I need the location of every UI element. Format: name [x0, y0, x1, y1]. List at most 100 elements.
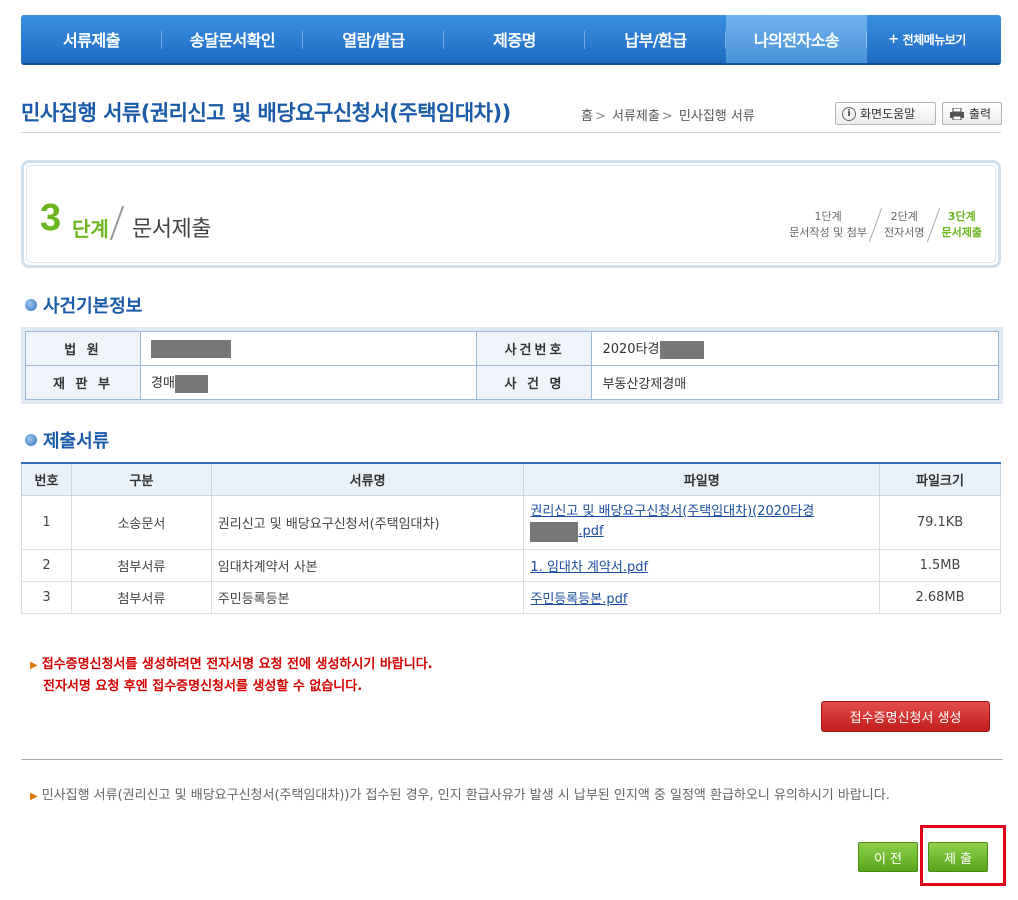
redacted-block — [151, 339, 231, 358]
mini-step-1-desc: 문서작성 및 첨부 — [789, 226, 868, 239]
case-name-label: 사 건 명 — [476, 365, 593, 400]
warning-notice: ▶ 접수증명신청서를 생성하려면 전자서명 요청 전에 생성하시기 바랍니다. 전… — [30, 654, 433, 697]
cell-type: 첨부서류 — [70, 548, 212, 582]
docs-heading: 제출서류 — [25, 427, 109, 453]
col-header-doc-name: 서류명 — [210, 462, 525, 496]
cell-file-name: 주민등록등본.pdf — [523, 580, 881, 614]
printer-icon — [950, 107, 964, 120]
mini-steps: 1단계 문서작성 및 첨부 2단계 전자서명 3단계 문서제출 — [783, 207, 988, 243]
case-info-table: 법 원 사건번호 2020타경 재 판 부 경매 사 건 명 부동산강제경매 — [25, 331, 999, 400]
docs-table: 번호 구분 서류명 파일명 파일크기 1 소송문서 권리신고 및 배당요구신청서… — [21, 462, 1001, 614]
title-row: 민사집행 서류(권리신고 및 배당요구신청서(주택임대차)) 홈 > 서류제출 > … — [21, 95, 1002, 133]
mini-step-2-label: 2단계 — [890, 210, 918, 223]
all-menu-label: 전체메뉴보기 — [902, 32, 967, 47]
top-nav: 서류제출 송달문서확인 열람/발급 제증명 납부/환급 나의전자소송 + 전체메… — [21, 15, 1001, 65]
cell-no: 2 — [21, 548, 72, 582]
nav-item-service-check[interactable]: 송달문서확인 — [162, 15, 303, 63]
file-link[interactable]: 1. 임대차 계약서.pdf — [530, 560, 648, 575]
mini-step-2-desc: 전자서명 — [884, 226, 925, 239]
breadcrumb-home[interactable]: 홈 — [581, 109, 593, 124]
docs-heading-text: 제출서류 — [43, 431, 110, 452]
breadcrumb: 홈 > 서류제출 > 민사집행 서류 — [581, 105, 755, 124]
warning-line-1: ▶ 접수증명신청서를 생성하려면 전자서명 요청 전에 생성하시기 바랍니다. — [30, 654, 433, 676]
file-link-ext: .pdf — [578, 524, 604, 540]
table-row: 1 소송문서 권리신고 및 배당요구신청서(주택임대차) 권리신고 및 배당요구… — [21, 494, 1001, 550]
cell-type: 소송문서 — [70, 494, 212, 550]
info-icon: i — [842, 106, 856, 121]
file-link[interactable]: 권리신고 및 배당요구신청서(주택임대차)(2020타경 .pdf — [530, 503, 815, 542]
division-label: 재 판 부 — [25, 365, 141, 400]
redacted-block — [659, 340, 704, 359]
case-number-prefix: 2020타경 — [602, 342, 660, 358]
nav-item-view-issue[interactable]: 열람/발급 — [303, 15, 444, 63]
step-number: 3 — [40, 197, 62, 239]
case-number-label: 사건번호 — [476, 331, 593, 366]
division-prefix: 경매 — [151, 376, 175, 392]
table-row: 3 첨부서류 주민등록등본 주민등록등본.pdf 2.68MB — [21, 580, 1001, 614]
cell-file-size: 2.68MB — [879, 580, 1001, 614]
mini-step-3: 3단계 문서제출 — [936, 209, 988, 241]
cell-no: 3 — [21, 580, 72, 614]
print-label: 출력 — [969, 107, 992, 121]
col-header-type: 구분 — [70, 462, 212, 496]
plus-icon: + — [888, 31, 899, 47]
col-header-no: 번호 — [21, 462, 72, 496]
court-value — [139, 331, 478, 366]
arrow-icon: ▶ — [30, 791, 38, 802]
redacted-block — [530, 521, 579, 542]
mini-step-2: 2단계 전자서명 — [878, 209, 930, 241]
divider — [21, 759, 1003, 760]
breadcrumb-document-submit[interactable]: 서류제출 — [612, 109, 660, 124]
nav-item-certificates[interactable]: 제증명 — [444, 15, 585, 63]
bullet-icon — [25, 434, 37, 446]
case-number-value: 2020타경 — [591, 331, 999, 366]
table-row: 2 첨부서류 임대차계약서 사본 1. 임대차 계약서.pdf 1.5MB — [21, 548, 1001, 582]
file-link-text: 권리신고 및 배당요구신청서(주택임대차)(2020타경 — [530, 503, 815, 519]
cell-doc-name: 권리신고 및 배당요구신청서(주택임대차) — [210, 494, 525, 550]
file-link[interactable]: 주민등록등본.pdf — [530, 592, 627, 607]
case-info-heading-text: 사건기본정보 — [43, 296, 143, 317]
case-info-heading: 사건기본정보 — [25, 292, 142, 318]
col-header-file-size: 파일크기 — [879, 462, 1001, 496]
all-menu-button[interactable]: + 전체메뉴보기 — [867, 15, 987, 63]
step-unit: 단계 — [72, 217, 109, 241]
cell-doc-name: 임대차계약서 사본 — [210, 548, 525, 582]
nav-item-my-e-litigation[interactable]: 나의전자소송 — [726, 15, 867, 63]
cell-file-size: 1.5MB — [879, 548, 1001, 582]
help-label: 화면도움말 — [860, 107, 916, 121]
mini-step-1: 1단계 문서작성 및 첨부 — [783, 209, 873, 241]
nav-item-payment-refund[interactable]: 납부/환급 — [585, 15, 726, 63]
previous-button[interactable]: 이 전 — [858, 842, 918, 872]
mini-step-3-label: 3단계 — [947, 210, 976, 223]
info-notice: ▶ 민사집행 서류(권리신고 및 배당요구신청서(주택임대차))가 접수된 경우,… — [30, 785, 990, 807]
cell-file-size: 79.1KB — [879, 494, 1001, 550]
case-info-table-wrap: 법 원 사건번호 2020타경 재 판 부 경매 사 건 명 부동산강제경매 — [21, 327, 1003, 404]
help-button[interactable]: i 화면도움말 — [835, 102, 936, 125]
highlight-box — [920, 825, 1006, 886]
breadcrumb-separator: > — [661, 109, 673, 124]
court-label: 법 원 — [25, 331, 141, 366]
col-header-file-name: 파일명 — [523, 462, 881, 496]
print-button[interactable]: 출력 — [942, 102, 1002, 125]
docs-table-header: 번호 구분 서류명 파일명 파일크기 — [21, 462, 1001, 496]
info-text: 민사집행 서류(권리신고 및 배당요구신청서(주택임대차))가 접수된 경우, … — [41, 788, 890, 803]
create-receipt-request-button[interactable]: 접수증명신청서 생성 — [821, 701, 990, 732]
warning-text-1: 접수증명신청서를 생성하려면 전자서명 요청 전에 생성하시기 바랍니다. — [41, 657, 433, 672]
cell-doc-name: 주민등록등본 — [210, 580, 525, 614]
mini-step-3-desc: 문서제출 — [941, 226, 982, 239]
mini-step-1-label: 1단계 — [814, 210, 842, 223]
cell-file-name: 권리신고 및 배당요구신청서(주택임대차)(2020타경 .pdf — [523, 494, 881, 550]
cell-type: 첨부서류 — [70, 580, 212, 614]
bullet-icon — [25, 299, 37, 311]
case-name-value: 부동산강제경매 — [591, 365, 999, 400]
cell-file-name: 1. 임대차 계약서.pdf — [523, 548, 881, 582]
page-title: 민사집행 서류(권리신고 및 배당요구신청서(주택임대차)) — [21, 101, 511, 125]
step-name: 문서제출 — [132, 217, 211, 242]
redacted-block — [174, 374, 208, 393]
breadcrumb-current: 민사집행 서류 — [678, 109, 755, 124]
step-indicator: 3 단계 문서제출 1단계 문서작성 및 첨부 2단계 전자서명 3단계 문서제… — [21, 160, 1001, 268]
nav-item-document-submit[interactable]: 서류제출 — [21, 15, 162, 63]
breadcrumb-separator: > — [594, 109, 606, 124]
arrow-icon: ▶ — [30, 660, 38, 671]
cell-no: 1 — [21, 494, 72, 550]
